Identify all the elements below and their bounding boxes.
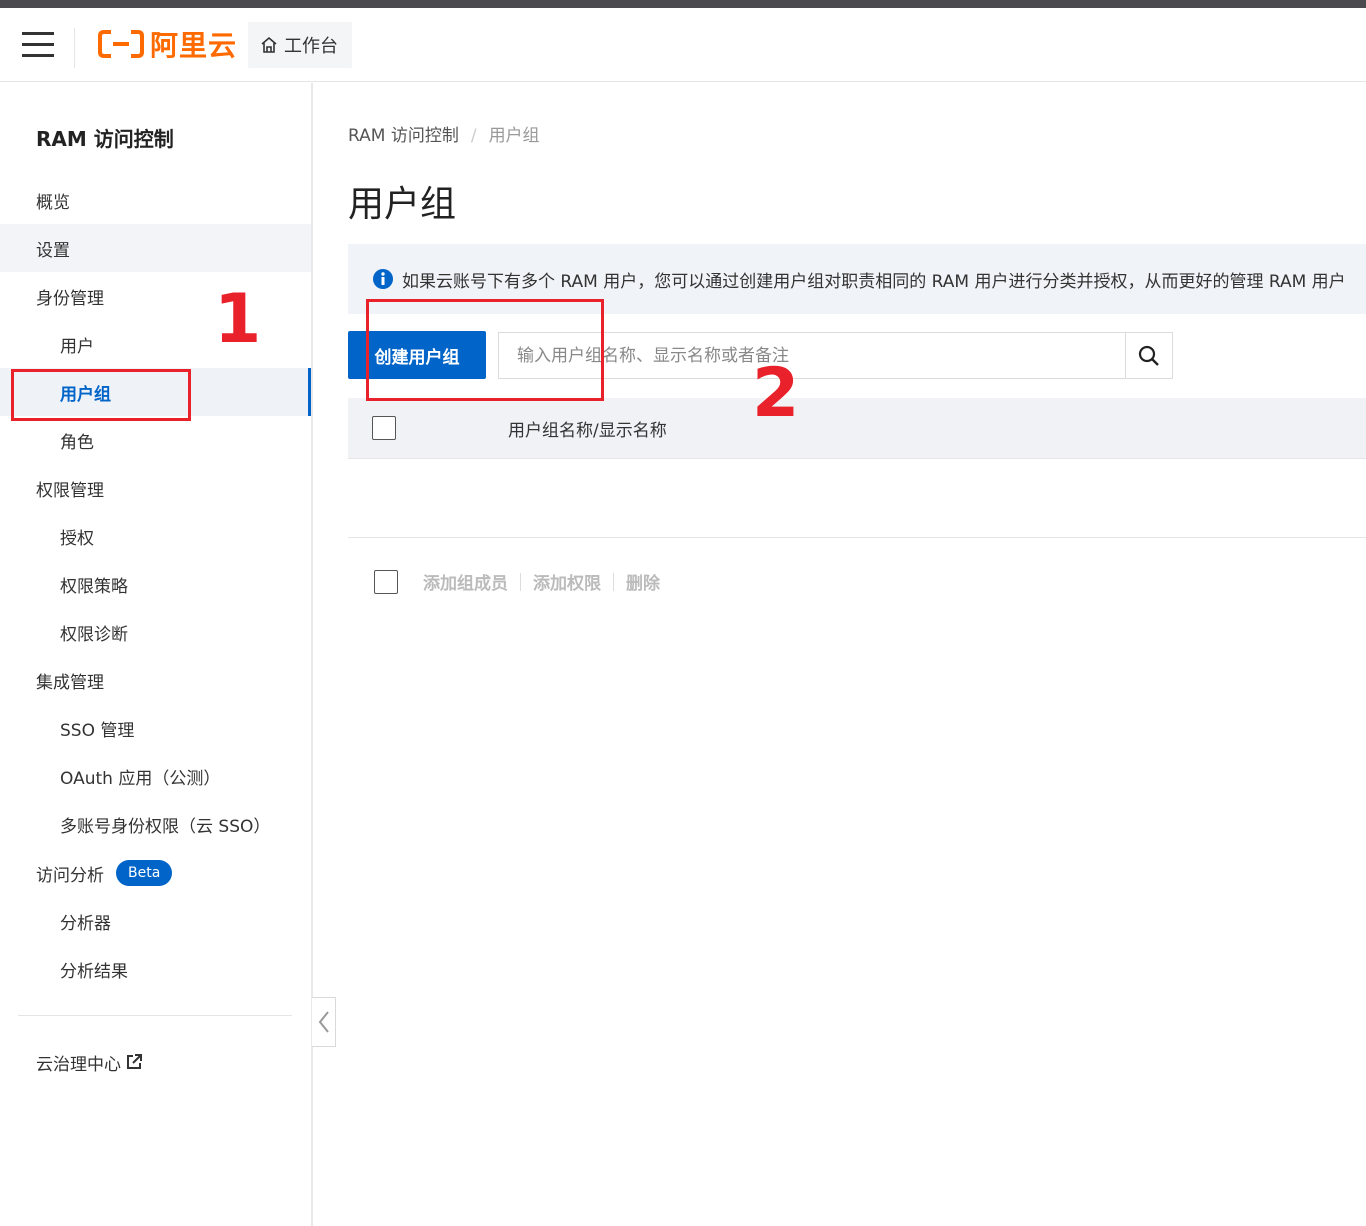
sidebar-title: RAM 访问控制: [36, 127, 174, 151]
sidebar-item-settings[interactable]: 设置: [0, 224, 311, 272]
select-all-checkbox[interactable]: [372, 416, 396, 440]
sidebar-item-users[interactable]: 用户: [0, 320, 311, 368]
sidebar-collapse-button[interactable]: [312, 997, 336, 1047]
topbar-divider: [74, 28, 75, 68]
sidebar-item-grants[interactable]: 授权: [0, 512, 311, 560]
annotation-number-2: 2: [752, 354, 800, 433]
top-strip: [0, 0, 1366, 8]
table-header: 用户组名称/显示名称: [348, 398, 1366, 459]
sidebar: RAM 访问控制 概览 设置 身份管理 用户 用户组 角色 权限管理 授权 权限…: [0, 83, 311, 1226]
chevron-left-icon: [318, 1011, 329, 1033]
action-separator: [613, 572, 614, 591]
info-banner: 如果云账号下有多个 RAM 用户，您可以通过创建用户组对职责相同的 RAM 用户…: [348, 244, 1366, 314]
sidebar-item-oauth[interactable]: OAuth 应用（公测）: [0, 752, 311, 800]
logo-text: 阿里云: [150, 29, 238, 62]
search-icon: [1138, 345, 1159, 366]
search-button[interactable]: [1125, 332, 1173, 379]
hamburger-menu-icon[interactable]: [22, 32, 54, 58]
info-icon: [373, 269, 393, 289]
sidebar-item-analysis-results[interactable]: 分析结果: [0, 945, 311, 993]
external-link-icon: [127, 1054, 142, 1069]
sidebar-item-analyzer[interactable]: 分析器: [0, 897, 311, 945]
sidebar-group-access-analysis[interactable]: 访问分析 Beta: [0, 849, 311, 897]
create-user-group-button[interactable]: 创建用户组: [348, 331, 486, 379]
action-separator: [520, 572, 521, 591]
sidebar-group-integration[interactable]: 集成管理: [0, 656, 311, 704]
sidebar-group-identity[interactable]: 身份管理: [0, 272, 311, 320]
sidebar-group-permissions[interactable]: 权限管理: [0, 464, 311, 512]
table-bottom-divider: [348, 537, 1366, 538]
aliyun-logo[interactable]: 阿里云: [98, 24, 237, 64]
add-member-button[interactable]: 添加组成员: [423, 569, 508, 594]
sidebar-divider: [18, 1015, 292, 1016]
breadcrumb-separator: /: [470, 126, 477, 146]
sidebar-item-governance-center[interactable]: 云治理中心: [0, 1038, 311, 1086]
sidebar-item-cloud-sso[interactable]: 多账号身份权限（云 SSO）: [0, 800, 311, 848]
search-input[interactable]: [498, 332, 1126, 379]
delete-button[interactable]: 删除: [626, 569, 660, 594]
main-content: RAM 访问控制 / 用户组 用户组 如果云账号下有多个 RAM 用户，您可以通过创…: [348, 83, 1366, 1226]
page-title: 用户组: [348, 184, 457, 225]
top-navbar: 阿里云 工作台: [0, 8, 1366, 82]
bulk-actions: 添加组成员 添加权限 删除: [423, 569, 660, 594]
sidebar-item-policies[interactable]: 权限策略: [0, 560, 311, 608]
sidebar-item-sso[interactable]: SSO 管理: [0, 704, 311, 752]
aliyun-logo-icon: [98, 30, 144, 58]
sidebar-item-user-groups[interactable]: 用户组: [0, 368, 311, 416]
sidebar-item-diagnostics[interactable]: 权限诊断: [0, 608, 311, 656]
sidebar-item-roles[interactable]: 角色: [0, 416, 311, 464]
bulk-select-checkbox[interactable]: [374, 570, 398, 594]
column-header-name[interactable]: 用户组名称/显示名称: [508, 416, 667, 441]
beta-badge: Beta: [116, 860, 173, 886]
workbench-label: 工作台: [284, 36, 338, 57]
add-permission-button[interactable]: 添加权限: [533, 569, 601, 594]
home-icon: [261, 36, 277, 53]
sidebar-item-overview[interactable]: 概览: [0, 176, 311, 224]
sidebar-border: [311, 83, 313, 1226]
breadcrumb-current: 用户组: [488, 126, 540, 146]
info-text: 如果云账号下有多个 RAM 用户，您可以通过创建用户组对职责相同的 RAM 用户…: [402, 271, 1346, 292]
breadcrumb: RAM 访问控制 / 用户组: [348, 121, 540, 146]
breadcrumb-ram[interactable]: RAM 访问控制: [348, 126, 459, 146]
workbench-button[interactable]: 工作台: [248, 22, 352, 68]
annotation-number-1: 1: [214, 280, 262, 359]
